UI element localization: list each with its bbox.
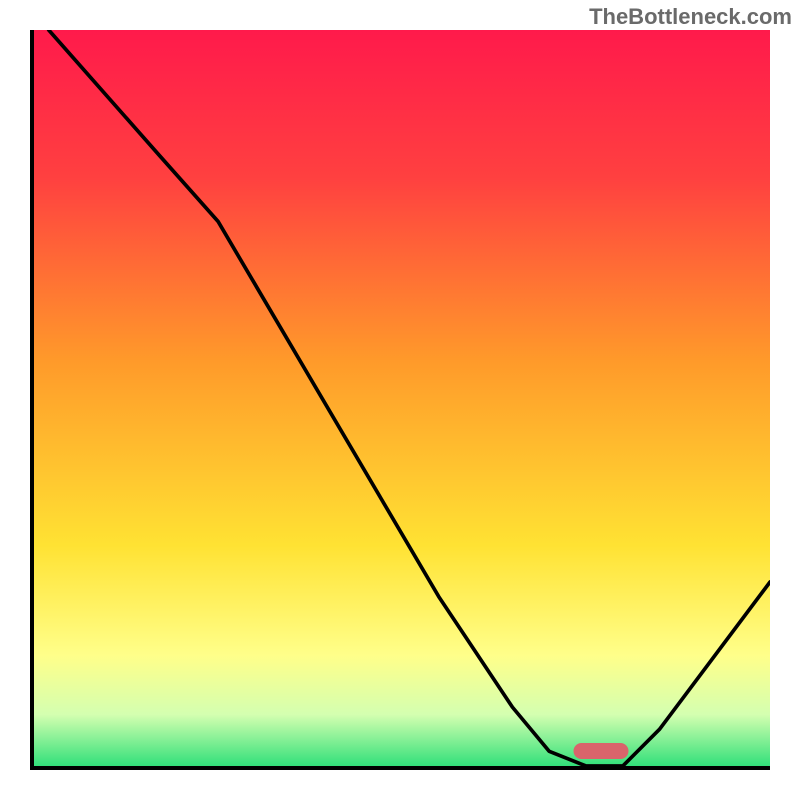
bottleneck-curve <box>34 30 770 766</box>
chart-plot-area <box>30 30 770 770</box>
watermark-text: TheBottleneck.com <box>589 4 792 30</box>
optimal-point-marker <box>573 743 628 759</box>
